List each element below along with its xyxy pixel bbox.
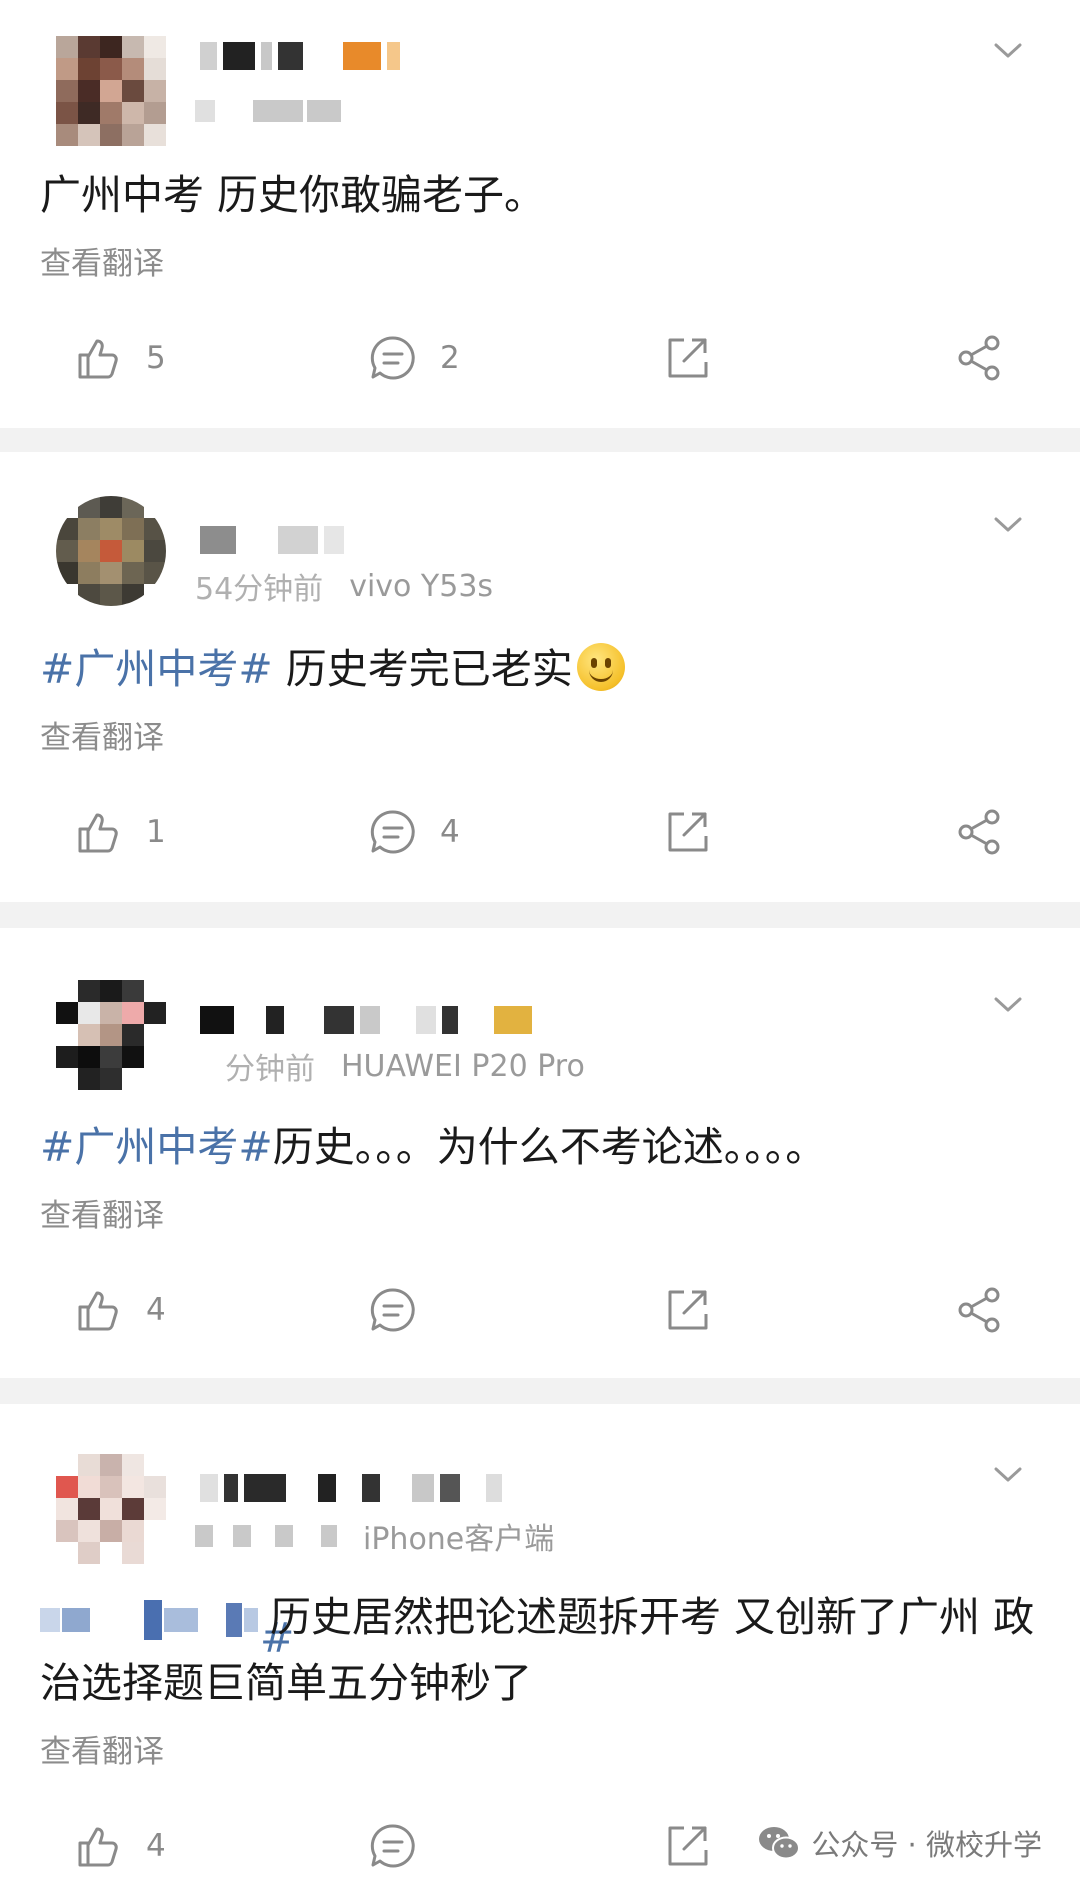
repost-icon xyxy=(668,1290,708,1330)
post-card: iPhone客户端 # 历史居然把论述题拆开考 又创新了广州 政治选择题巨简单五… xyxy=(0,1404,1080,1886)
thumbs-up-icon xyxy=(78,1291,118,1331)
hashtag-link[interactable]: #广州中考# xyxy=(40,1123,273,1171)
post-meta: iPhone客户端 xyxy=(195,1514,554,1558)
hashtag-blurred[interactable]: # xyxy=(40,1600,294,1662)
post-content: #广州中考# 历史考完已老实 xyxy=(40,636,1040,702)
post-card: 广州中考 历史你敢骗老子。 查看翻译 5 2 xyxy=(0,0,1080,428)
action-bar: 1 4 xyxy=(0,802,1080,862)
post-meta: 54分钟前 vivo Y53s xyxy=(195,564,493,608)
chevron-down-icon[interactable] xyxy=(988,984,1028,1024)
comment-button[interactable]: 2 xyxy=(368,328,460,388)
repost-icon xyxy=(668,338,708,378)
avatar[interactable] xyxy=(56,36,166,146)
share-button[interactable] xyxy=(954,802,1004,862)
comment-icon xyxy=(370,1824,415,1868)
comment-button[interactable]: 4 xyxy=(368,802,460,862)
timestamp: 分钟前 xyxy=(225,1052,315,1087)
avatar[interactable] xyxy=(56,1454,166,1564)
thumbs-up-icon xyxy=(78,813,118,853)
action-bar: 5 2 xyxy=(0,328,1080,388)
timestamp: 54分钟前 xyxy=(195,572,324,607)
post-card: 54分钟前 vivo Y53s #广州中考# 历史考完已老实 查看翻译 1 4 xyxy=(0,452,1080,902)
repost-button[interactable] xyxy=(662,802,712,862)
like-count: 4 xyxy=(146,1828,166,1864)
like-button[interactable]: 4 xyxy=(74,1280,166,1340)
like-count: 5 xyxy=(146,340,166,376)
smiley-emoji-icon xyxy=(576,643,625,691)
comment-icon xyxy=(370,810,415,854)
comment-button[interactable] xyxy=(368,1816,440,1876)
username-blurred[interactable] xyxy=(200,34,401,78)
username-blurred[interactable] xyxy=(200,998,540,1042)
avatar[interactable] xyxy=(56,980,166,1090)
post-content: # 历史居然把论述题拆开考 又创新了广州 政治选择题巨简单五分钟秒了 xyxy=(40,1584,1040,1716)
chevron-down-icon[interactable] xyxy=(988,504,1028,544)
watermark: 公众号 · 微校升学 xyxy=(757,1822,1042,1864)
share-button[interactable] xyxy=(954,328,1004,388)
share-icon xyxy=(958,1287,1000,1333)
repost-icon xyxy=(668,1826,708,1866)
like-count: 4 xyxy=(146,1292,166,1328)
comment-feed: 广州中考 历史你敢骗老子。 查看翻译 5 2 54分钟前 vivo Y53s #… xyxy=(0,0,1080,1886)
device-label: HUAWEI P20 Pro xyxy=(341,1048,585,1084)
comment-icon xyxy=(370,1288,415,1332)
chevron-down-icon[interactable] xyxy=(988,1454,1028,1494)
translate-link[interactable]: 查看翻译 xyxy=(40,1190,164,1235)
comment-button[interactable] xyxy=(368,1280,440,1340)
device-label: iPhone客户端 xyxy=(363,1522,555,1557)
post-content: 广州中考 历史你敢骗老子。 xyxy=(40,162,1040,228)
thumbs-up-icon xyxy=(78,339,118,379)
timestamp-blurred xyxy=(195,100,341,122)
hashtag-link[interactable]: #广州中考# xyxy=(40,645,273,693)
post-card: 分钟前 HUAWEI P20 Pro #广州中考#历史。。。为什么不考论述。。。… xyxy=(0,928,1080,1378)
repost-button[interactable] xyxy=(662,328,712,388)
translate-link[interactable]: 查看翻译 xyxy=(40,238,164,283)
post-text: 广州中考 历史你敢骗老子。 xyxy=(40,171,546,219)
repost-icon xyxy=(668,812,708,852)
comment-count: 4 xyxy=(440,814,460,850)
translate-link[interactable]: 查看翻译 xyxy=(40,1726,164,1771)
post-meta: 分钟前 HUAWEI P20 Pro xyxy=(195,1044,585,1088)
like-button[interactable]: 1 xyxy=(74,802,166,862)
action-bar: 4 xyxy=(0,1280,1080,1340)
avatar[interactable] xyxy=(56,496,166,606)
like-button[interactable]: 4 xyxy=(74,1816,166,1876)
post-text: 历史。。。为什么不考论述。。。。 xyxy=(272,1123,827,1171)
watermark-text: 公众号 · 微校升学 xyxy=(811,1828,1042,1862)
share-icon xyxy=(958,335,1000,381)
timestamp-blurred xyxy=(195,1525,337,1547)
username-blurred[interactable] xyxy=(200,518,400,562)
like-button[interactable]: 5 xyxy=(74,328,166,388)
chevron-down-icon[interactable] xyxy=(988,30,1028,70)
share-button[interactable] xyxy=(954,1280,1004,1340)
comment-icon xyxy=(370,336,415,380)
repost-button[interactable] xyxy=(662,1816,712,1876)
post-text: 历史考完已老实 xyxy=(272,645,573,693)
translate-link[interactable]: 查看翻译 xyxy=(40,712,164,757)
like-count: 1 xyxy=(146,814,166,850)
post-content: #广州中考#历史。。。为什么不考论述。。。。 xyxy=(40,1114,1040,1180)
device-label: vivo Y53s xyxy=(349,568,494,604)
comment-count: 2 xyxy=(440,340,460,376)
post-meta xyxy=(195,100,367,122)
wechat-icon xyxy=(759,1827,801,1860)
username-blurred[interactable] xyxy=(200,1466,540,1510)
thumbs-up-icon xyxy=(78,1827,118,1867)
share-icon xyxy=(958,809,1000,855)
repost-button[interactable] xyxy=(662,1280,712,1340)
